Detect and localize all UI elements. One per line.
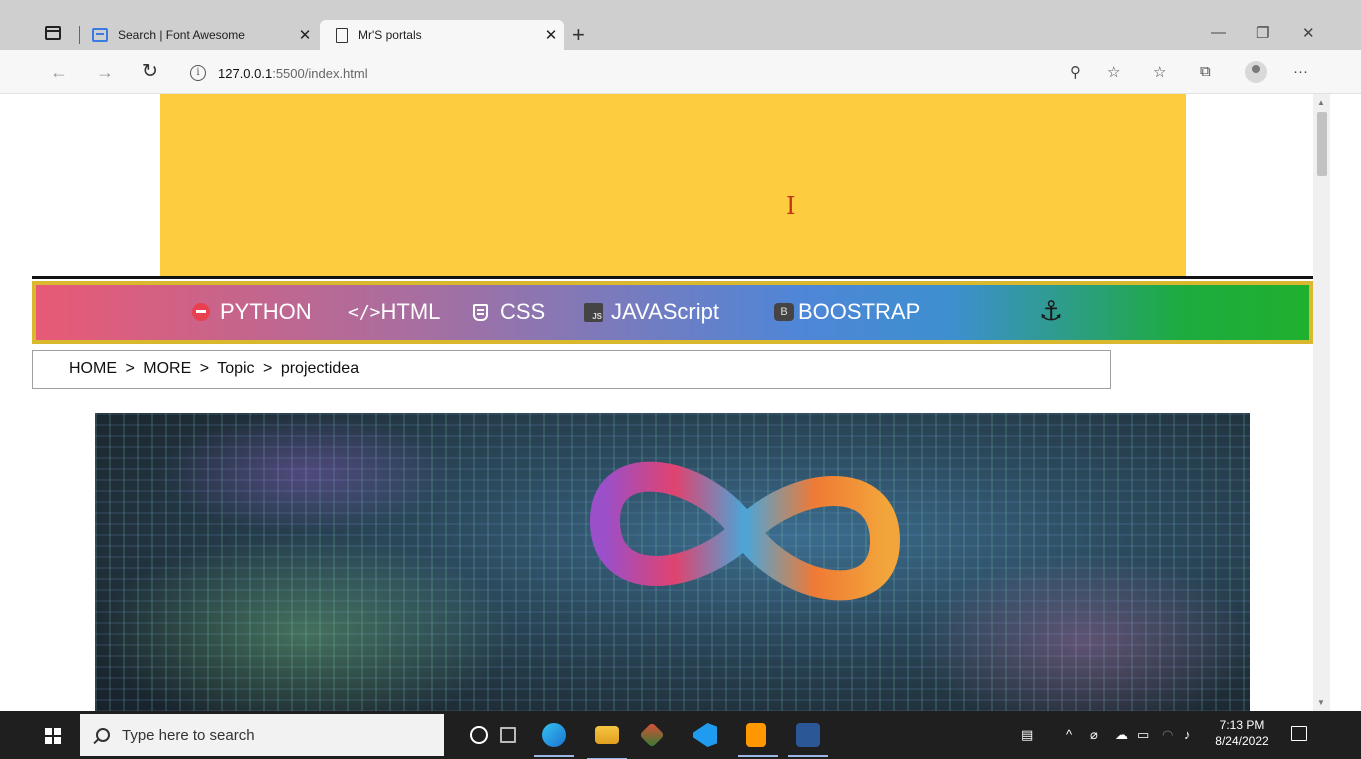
nav-label: PYTHON — [220, 299, 312, 324]
tab-mrs-portals[interactable]: Mr'S portals ✕ — [320, 20, 564, 50]
sublime-text-icon[interactable] — [738, 723, 778, 757]
browser-tab-strip: Search | Font Awesome ✕ Mr'S portals ✕ +… — [0, 0, 1361, 50]
more-menu-icon[interactable]: ··· — [1293, 63, 1308, 80]
anchor-icon[interactable]: ⚓ — [1039, 296, 1063, 327]
task-view-icon[interactable] — [500, 727, 516, 743]
screen: Search | Font Awesome ✕ Mr'S portals ✕ +… — [0, 0, 1361, 759]
close-tab-icon[interactable]: ✕ — [538, 26, 564, 44]
vertical-scrollbar[interactable]: ▲ ▼ — [1313, 94, 1330, 711]
pen-icon[interactable]: ⌀ — [1090, 727, 1098, 743]
url-path: :5500/index.html — [272, 65, 368, 81]
nav-javascript[interactable]: JS JAVAScript — [584, 299, 719, 325]
flag-icon — [92, 28, 108, 42]
nav-css[interactable]: CSS — [473, 299, 545, 325]
python-icon — [192, 303, 210, 321]
wifi-icon[interactable]: ◠ — [1162, 727, 1173, 743]
breadcrumb-projectidea: projectidea — [280, 360, 360, 377]
url-host: 127.0.0.1 — [218, 65, 273, 81]
collections-icon[interactable]: ⧉ — [1200, 63, 1211, 80]
address-bar[interactable]: i 127.0.0.1:5500/index.html — [180, 59, 1160, 87]
tab-actions-icon[interactable] — [45, 26, 61, 40]
restore-button[interactable]: ❐ — [1256, 24, 1269, 42]
breadcrumb-separator: > — [263, 360, 273, 377]
taskbar-search-input[interactable]: Type here to search — [80, 714, 444, 756]
favorites-icon[interactable]: ☆ — [1153, 63, 1166, 81]
clock-date: 8/24/2022 — [1215, 734, 1269, 748]
nav-python[interactable]: PYTHON — [192, 299, 312, 325]
css3-icon — [473, 303, 488, 321]
breadcrumb-separator: > — [199, 360, 210, 377]
breadcrumb-more[interactable]: MORE — [143, 360, 191, 377]
show-hidden-icons-icon[interactable]: ^ — [1066, 727, 1072, 742]
nav-label: BOOSTRAP — [798, 299, 921, 324]
page-viewport: I PYTHON </> HTML CSS JS JAVAScript B BO… — [0, 94, 1313, 711]
search-placeholder: Type here to search — [122, 726, 255, 744]
taskbar-clock[interactable]: 7:13 PM 8/24/2022 — [1210, 717, 1274, 749]
topic-navbar: PYTHON </> HTML CSS JS JAVAScript B BOOS… — [32, 281, 1313, 344]
hero-image — [95, 413, 1250, 711]
news-widget-icon[interactable]: ▤ — [1021, 727, 1033, 743]
nav-html[interactable]: </> HTML — [348, 299, 440, 325]
tab-font-awesome[interactable]: Search | Font Awesome ✕ — [86, 20, 318, 50]
text-cursor-icon: I — [786, 192, 796, 220]
battery-icon[interactable]: ▭ — [1137, 727, 1149, 743]
notification-center-icon[interactable] — [1291, 726, 1307, 741]
windows-taskbar: Type here to search ▤ ^ ⌀ ☁ ▭ ◠ ♪ 7:13 P… — [0, 711, 1361, 759]
scroll-down-arrow-icon[interactable]: ▼ — [1317, 698, 1325, 707]
breadcrumb-topic[interactable]: Topic — [217, 360, 254, 377]
minimize-button[interactable]: — — [1211, 24, 1226, 41]
browser-toolbar: ← → ↻ i 127.0.0.1:5500/index.html ⚲ ☆ ☆ … — [0, 50, 1361, 94]
glow — [155, 413, 455, 533]
glow — [95, 533, 515, 711]
onedrive-icon[interactable]: ☁ — [1115, 727, 1128, 743]
git-icon[interactable] — [639, 722, 665, 748]
word-icon[interactable] — [788, 723, 828, 757]
nav-bootstrap[interactable]: B BOOSTRAP — [774, 299, 920, 325]
profile-avatar[interactable] — [1245, 61, 1267, 83]
header-banner: I — [160, 94, 1186, 276]
divider — [32, 276, 1313, 279]
nav-label: HTML — [380, 299, 441, 324]
windows-start-icon[interactable] — [45, 728, 61, 744]
breadcrumb: HOME > MORE > Topic > projectidea — [32, 350, 1111, 389]
glow — [915, 553, 1250, 711]
zoom-icon[interactable]: ⚲ — [1070, 63, 1081, 81]
close-tab-icon[interactable]: ✕ — [292, 26, 318, 44]
breadcrumb-home[interactable]: HOME — [69, 360, 117, 377]
add-favorite-icon[interactable]: ☆ — [1107, 63, 1120, 81]
forward-arrow-icon[interactable]: → — [96, 62, 114, 83]
infinity-logo-icon — [589, 461, 901, 601]
close-window-button[interactable]: ✕ — [1302, 24, 1315, 42]
page-icon — [336, 27, 348, 43]
breadcrumb-separator: > — [125, 360, 135, 377]
edge-icon[interactable] — [534, 723, 574, 757]
code-icon: </> — [348, 301, 381, 323]
nav-label: CSS — [500, 299, 546, 324]
volume-icon[interactable]: ♪ — [1184, 727, 1191, 742]
scroll-thumb[interactable] — [1317, 112, 1327, 176]
js-icon: JS — [584, 302, 603, 322]
refresh-icon[interactable]: ↻ — [142, 60, 158, 83]
clock-time: 7:13 PM — [1219, 718, 1265, 732]
nav-label: JAVAScript — [611, 299, 719, 324]
cortana-icon[interactable] — [470, 726, 488, 744]
bootstrap-icon: B — [774, 303, 794, 321]
tab-title: Mr'S portals — [358, 28, 422, 42]
info-icon[interactable]: i — [190, 65, 206, 81]
tab-title: Search | Font Awesome — [118, 28, 245, 42]
new-tab-button[interactable]: + — [572, 22, 585, 48]
tab-separator — [79, 26, 80, 44]
vscode-icon[interactable] — [693, 723, 717, 747]
back-arrow-icon[interactable]: ← — [50, 62, 68, 83]
scroll-up-arrow-icon[interactable]: ▲ — [1317, 98, 1325, 107]
file-explorer-icon[interactable] — [587, 726, 627, 759]
search-icon — [96, 728, 110, 742]
